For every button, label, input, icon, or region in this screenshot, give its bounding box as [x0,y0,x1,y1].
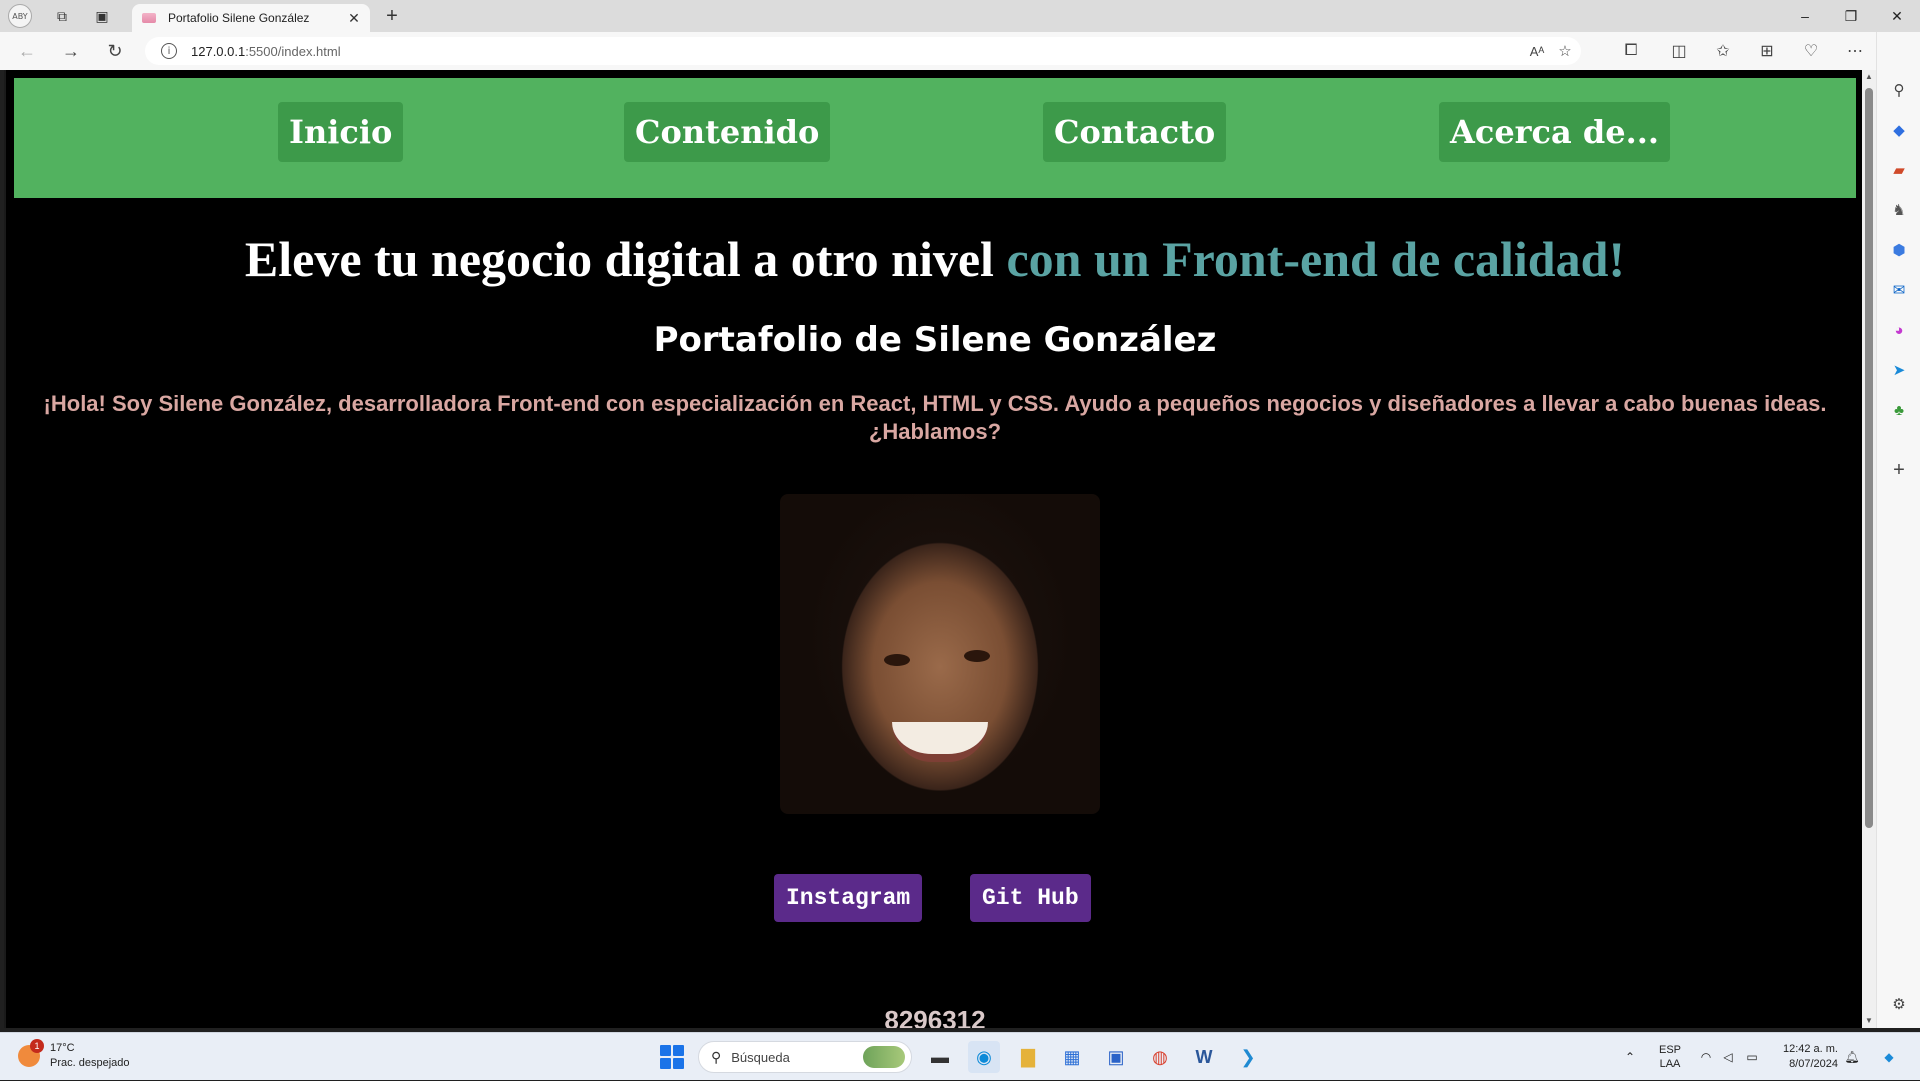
address-bar[interactable]: i 127.0.0.1:5500/index.html Aᴬ ☆ [145,37,1581,65]
tools-icon[interactable]: ▰ [1887,158,1911,182]
taskbar-search[interactable]: ⚲ Búsqueda [698,1041,912,1073]
microsoft365-icon[interactable]: ⬢ [1887,238,1911,262]
nav-inicio[interactable]: Inicio [278,102,404,162]
file-explorer-icon[interactable]: ▇ [1012,1041,1044,1073]
extensions-icon[interactable]: ⧠ [1616,37,1646,65]
tab-title: Portafolio Silene González [168,11,310,25]
minimize-icon[interactable]: – [1782,0,1828,32]
tab-favicon [142,13,156,23]
more-icon[interactable]: ⋯ [1840,37,1870,65]
search-highlight-image [863,1046,905,1068]
browser-tab[interactable]: Portafolio Silene González ✕ [132,4,370,32]
collections-icon[interactable]: ⊞ [1752,37,1782,65]
phone-number: 8296312 [884,1005,986,1028]
site-navbar: Inicio Contenido Contacto Acerca de... [14,78,1856,198]
nav-contacto[interactable]: Contacto [1043,102,1227,162]
github-button[interactable]: Git Hub [970,874,1091,922]
favorite-star-icon[interactable]: ☆ [1551,37,1579,65]
clock-date: 8/07/2024 [1789,1058,1838,1070]
windows-taskbar: 1 17°C Prac. despejado ⚲ Búsqueda ▬ ◉ ▇ … [0,1032,1920,1080]
restore-icon[interactable]: ❐ [1828,0,1874,32]
refresh-icon[interactable]: ↻ [100,37,130,65]
outlook-icon[interactable]: ✉ [1887,278,1911,302]
chrome-icon[interactable]: ◍ [1144,1041,1176,1073]
edge-icon[interactable]: ◉ [968,1041,1000,1073]
scroll-up-icon[interactable]: ▲ [1862,70,1876,84]
headline-main: Eleve tu negocio digital a otro nivel [244,231,994,287]
start-icon[interactable] [660,1045,684,1069]
read-aloud-icon[interactable]: Aᴬ [1523,37,1551,65]
back-icon[interactable]: ← [12,37,42,65]
browser-essentials-icon[interactable]: ♡ [1796,37,1826,65]
url-path: :5500/index.html [245,43,341,59]
show-hidden-icons[interactable]: ⌃ [1616,1033,1644,1081]
designer-icon[interactable]: ◕ [1887,318,1911,342]
keyboard-layout: LAA [1659,1058,1681,1070]
copilot-taskbar-icon[interactable]: ◆ [1874,1033,1904,1081]
url-host: 127.0.0.1 [191,43,246,59]
photo-right-eye [964,650,990,662]
notifications-icon[interactable]: 🔔︎ [1840,1033,1864,1081]
teams-icon[interactable]: ▣ [1100,1041,1132,1073]
split-screen-icon[interactable]: ◫ [1664,37,1694,65]
address-toolbar: ← → ↻ i 127.0.0.1:5500/index.html Aᴬ ☆ ⧠… [0,32,1920,70]
scrollbar-thumb[interactable] [1865,88,1873,828]
volume-icon[interactable]: ◁ [1716,1033,1740,1081]
headline-accent: con un Front-end de calidad! [1006,231,1626,287]
task-view-icon[interactable]: ▬ [924,1041,956,1073]
vscode-icon[interactable]: ❯ [1232,1041,1264,1073]
instagram-button[interactable]: Instagram [774,874,923,922]
new-tab-icon[interactable]: + [378,4,406,28]
url-text: 127.0.0.1:5500/index.html [191,44,341,59]
language-indicator[interactable]: ESP LAA [1652,1033,1688,1081]
wifi-icon[interactable]: ◠ [1694,1033,1718,1081]
profile-avatar[interactable]: ABY [8,4,32,28]
intro-text: ¡Hola! Soy Silene González, desarrollado… [14,390,1856,446]
weather-temp: 17°C [50,1042,75,1054]
add-app-icon[interactable]: + [1887,458,1911,482]
shopping-icon[interactable]: ◆ [1887,118,1911,142]
scroll-down-icon[interactable]: ▼ [1862,1014,1876,1028]
workspaces-icon[interactable]: ⧉ [48,4,76,28]
portfolio-title: Portafolio de Silene González [653,320,1217,360]
search-placeholder: Búsqueda [731,1049,790,1065]
weather-desc: Prac. despejado [50,1057,130,1069]
nav-acerca[interactable]: Acerca de... [1439,102,1671,162]
send-icon[interactable]: ➤ [1887,358,1911,382]
system-clock[interactable]: 12:42 a. m. 8/07/2024 [1770,1042,1838,1072]
word-icon[interactable]: W [1188,1041,1220,1073]
store-icon[interactable]: ▦ [1056,1041,1088,1073]
search-magnifier-icon: ⚲ [711,1048,722,1065]
nav-contenido[interactable]: Contenido [624,102,831,162]
language-code: ESP [1658,1044,1681,1056]
intro-line-1: ¡Hola! Soy Silene González, desarrollado… [43,391,1827,416]
close-window-icon[interactable]: ✕ [1874,0,1920,32]
tab-strip: ABY ⧉ ▣ Portafolio Silene González ✕ + –… [0,0,1920,32]
tree-icon[interactable]: ♣ [1887,398,1911,422]
forward-icon[interactable]: → [56,37,86,65]
info-icon[interactable]: i [161,43,177,59]
weather-badge: 1 [30,1039,44,1053]
sidebar-settings-icon[interactable]: ⚙ [1887,992,1911,1016]
search-icon[interactable]: ⚲ [1887,78,1911,102]
games-icon[interactable]: ♞ [1887,198,1911,222]
photo-smile [892,722,988,762]
photo-left-eye [884,654,910,666]
intro-line-2: ¿Hablamos? [868,419,1002,444]
tab-actions-icon[interactable]: ▣ [88,4,116,28]
web-page: Inicio Contenido Contacto Acerca de... E… [4,70,1862,1028]
favorites-icon[interactable]: ✩ [1708,37,1738,65]
weather-widget[interactable]: 17°C Prac. despejado [50,1041,130,1071]
battery-icon[interactable]: ▭ [1740,1033,1764,1081]
edge-sidebar: ⚲ ◆ ▰ ♞ ⬢ ✉ ◕ ➤ ♣ + ⚙ [1876,32,1920,1028]
clock-time: 12:42 a. m. [1782,1043,1838,1055]
tab-close-icon[interactable]: ✕ [344,10,364,27]
hero-headline: Eleve tu negocio digital a otro nivel co… [6,230,1862,288]
profile-photo [780,494,1100,814]
page-scrollbar[interactable]: ▲ ▼ [1862,70,1876,1028]
